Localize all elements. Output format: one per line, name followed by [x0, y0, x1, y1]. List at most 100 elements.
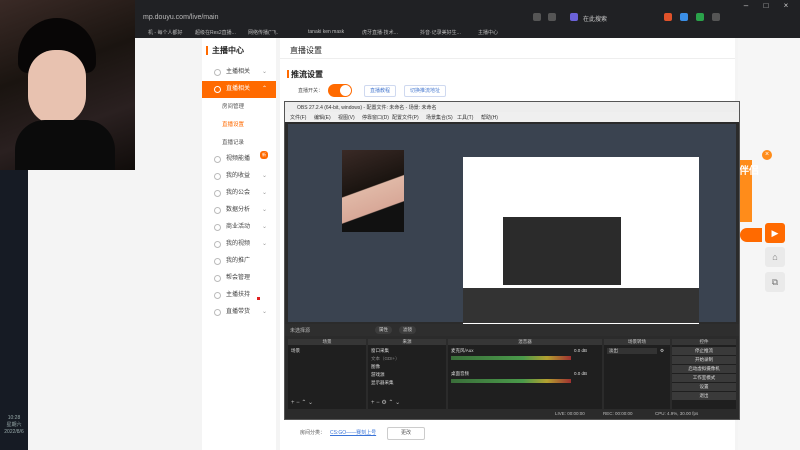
scenes-dock: 场景 场景 + − ⌃ ⌄	[288, 339, 366, 409]
source-item[interactable]: 游戏源	[371, 372, 385, 378]
live-toggle[interactable]	[328, 84, 352, 97]
webcam-face	[28, 50, 86, 125]
menu-tools[interactable]: 工具(T)	[457, 114, 473, 121]
promo-tab[interactable]	[740, 228, 762, 242]
source-item[interactable]: 图像	[371, 364, 380, 370]
scene-item[interactable]: 场景	[291, 348, 300, 354]
sidebar-item-gang[interactable]: 帮会管理	[202, 270, 276, 287]
virtual-camera-button[interactable]: 启动虚拟摄像机	[672, 365, 736, 373]
share-out-icon[interactable]: ⧉	[765, 272, 785, 292]
controls-dock: 控件 停止推流 开始录制 启动虚拟摄像机 工作室模式 设置 退出	[672, 339, 736, 409]
obs-preview[interactable]	[288, 124, 736, 327]
address-bar[interactable]: mp.douyu.com/live/main	[143, 14, 218, 21]
sidebar-item-business[interactable]: 商业活动 ⌄	[202, 219, 276, 236]
source-item[interactable]: 文本（GDI+）	[371, 356, 400, 362]
sidebar-item-analytics[interactable]: 数据分析 ⌄	[202, 202, 276, 219]
film-icon	[214, 241, 221, 248]
page-title: 直播设置	[290, 46, 322, 55]
rec-status: REC: 00:00:00	[603, 411, 633, 416]
exit-button[interactable]: 退出	[672, 392, 736, 400]
bookmark-item[interactable]: 超级在Res2直播...	[195, 29, 236, 36]
promo-close-icon[interactable]: ×	[762, 150, 772, 160]
settings-button[interactable]: 设置	[672, 383, 736, 391]
search-input[interactable]: 在此搜索	[583, 14, 607, 23]
source-add-icon[interactable]: + − ⚙ ⌃ ⌄	[371, 399, 400, 406]
menu-docks[interactable]: 停靠窗口(D)	[362, 114, 389, 121]
mixer-track-level: 0.0 dB	[574, 348, 588, 353]
sidebar-subitem-room[interactable]: 房间管理	[222, 102, 244, 110]
sidebar-item-my-videos[interactable]: 我的视频 ⌄	[202, 236, 276, 253]
minimize-icon[interactable]: –	[738, 0, 754, 12]
sidebar-item-label: 我的收益	[226, 173, 251, 179]
menu-edit[interactable]: 编辑(E)	[314, 114, 331, 121]
obs-titlebar: OBS 27.2.4 (64-bit, windows) - 配置文件: 未命名…	[285, 102, 739, 112]
search-engine-icon[interactable]	[570, 13, 578, 21]
extension-icon-3[interactable]	[696, 13, 704, 21]
start-recording-button[interactable]: 开始录制	[672, 356, 736, 364]
maximize-icon[interactable]: □	[758, 0, 774, 12]
extension-icon-2[interactable]	[680, 13, 688, 21]
bookmark-item[interactable]: 主播中心	[478, 29, 498, 36]
menu-file[interactable]: 文件(F)	[290, 114, 306, 121]
play-icon[interactable]: ▶	[765, 223, 785, 243]
sidebar-item-label: 主播扶持	[226, 292, 251, 298]
bookmark-item[interactable]: 网络传播("飞.	[248, 29, 278, 36]
divider	[280, 58, 735, 59]
guild-icon	[214, 190, 221, 197]
transitions-dock-title: 场景转场	[604, 339, 670, 345]
menu-profile[interactable]: 配置文件(P)	[392, 114, 419, 121]
menu-view[interactable]: 视图(V)	[338, 114, 355, 121]
sidebar-item-income[interactable]: 我的收益 ⌄	[202, 168, 276, 185]
chart-icon	[214, 207, 221, 214]
section-title: 推流设置	[287, 70, 323, 79]
live-icon	[214, 86, 221, 93]
menu-help[interactable]: 帮助(H)	[481, 114, 498, 121]
right-panel	[738, 38, 800, 450]
bookmark-item[interactable]: tanaki ken mask	[308, 29, 344, 35]
scene-add-icon[interactable]: + − ⌃ ⌄	[291, 399, 313, 406]
extension-icon[interactable]	[664, 13, 672, 21]
sidebar-item-anchor[interactable]: 主播相关 ⌄	[202, 64, 276, 81]
sidebar-item-support[interactable]: 主播扶持	[202, 287, 276, 304]
tutorial-link[interactable]: 直播教程	[364, 85, 397, 97]
hand-icon	[214, 292, 221, 299]
gear-icon[interactable]: ⚙	[660, 348, 664, 354]
star-icon[interactable]	[548, 13, 556, 21]
menu-scene-collection[interactable]: 场景集合(S)	[426, 114, 453, 121]
close-icon[interactable]: ×	[778, 0, 794, 12]
home-icon[interactable]: ⌂	[765, 247, 785, 267]
menu-icon[interactable]	[712, 13, 720, 21]
sidebar-item-label: 帮会管理	[226, 275, 251, 281]
share-icon[interactable]	[533, 13, 541, 21]
cart-icon	[214, 309, 221, 316]
transition-select[interactable]: 淡出	[607, 348, 657, 354]
sidebar-item-video[interactable]: 视频能播	[202, 151, 276, 168]
sidebar-subitem-records[interactable]: 直播记录	[222, 138, 244, 146]
obs-statusbar: LIVE: 00:00:00 REC: 00:00:00 CPU: 4.9%, …	[285, 409, 739, 419]
properties-button[interactable]: 属性	[375, 326, 392, 334]
sidebar-item-commerce[interactable]: 直播带货 ⌄	[202, 304, 276, 321]
studio-mode-button[interactable]: 工作室模式	[672, 374, 736, 382]
filters-button[interactable]: 滤镜	[399, 326, 416, 334]
sidebar: 主播中心 主播相关 ⌄ 直播相关 ⌃ 房间管理 直播设置 直播记录 新 视频能播 我…	[202, 38, 276, 450]
nested-obs-docks	[463, 288, 699, 323]
stop-streaming-button[interactable]: 停止推流	[672, 347, 736, 355]
sidebar-item-promotion[interactable]: 我的推广	[202, 253, 276, 270]
mixer-track-name: 麦克风/Aux	[451, 348, 474, 353]
sidebar-subitem-live-settings[interactable]: 直播设置	[222, 120, 244, 128]
source-item[interactable]: 窗口采集	[371, 348, 389, 354]
switch-stream-link[interactable]: 切换推流地址	[404, 85, 447, 97]
change-category-button[interactable]: 更改	[387, 427, 425, 440]
bookmark-item[interactable]: 虎牙直播·技术...	[362, 29, 398, 36]
sidebar-item-guild[interactable]: 我的公会 ⌄	[202, 185, 276, 202]
bookmark-item[interactable]: 抖音·记录美好生...	[420, 29, 461, 36]
video-icon	[214, 156, 221, 163]
chevron-down-icon: ⌄	[261, 190, 267, 196]
room-category-value[interactable]: CS:GO——赛刻上号	[330, 429, 376, 436]
controls-dock-title: 控件	[672, 339, 736, 345]
sidebar-item-live[interactable]: 直播相关 ⌃	[202, 81, 276, 98]
bookmark-item[interactable]: 机 - 每个人都好	[148, 29, 182, 36]
source-item[interactable]: 显示器采集	[371, 380, 394, 386]
sidebar-item-label: 我的推广	[226, 258, 251, 264]
sources-dock: 来源 窗口采集 文本（GDI+） 图像 游戏源 显示器采集 + − ⚙ ⌃ ⌄	[368, 339, 446, 409]
